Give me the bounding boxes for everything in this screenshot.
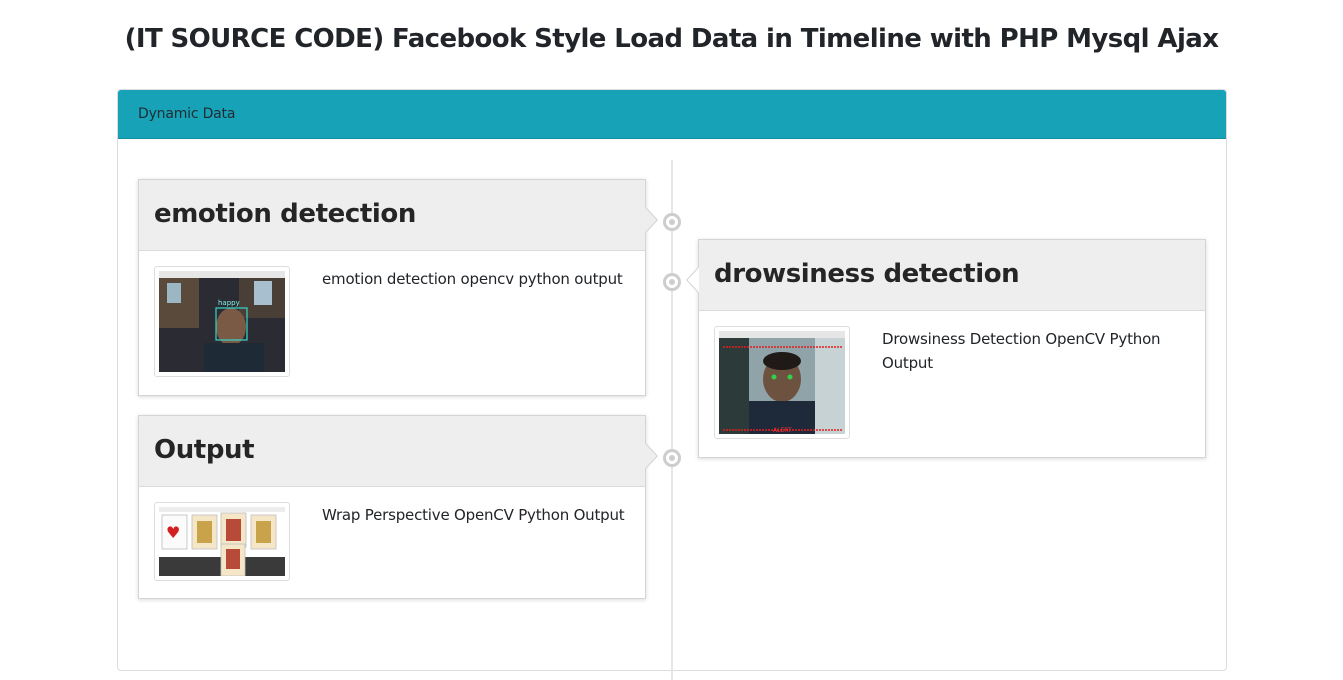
post-thumbnail[interactable]: ♥ — [154, 502, 290, 581]
timeline-post-drowsiness: drowsiness detection ALERT Drowsiness De… — [686, 239, 1206, 458]
post-title: Output — [139, 416, 645, 487]
post-thumbnail[interactable]: happy — [154, 266, 290, 377]
timeline-line — [671, 160, 673, 680]
post-title: drowsiness detection — [699, 240, 1205, 311]
timeline-post-emotion: emotion detection happy emotion detectio… — [138, 179, 658, 396]
post-title: emotion detection — [139, 180, 645, 251]
timeline-badge-2 — [663, 273, 681, 291]
timeline-panel: Dynamic Data emotion detection happy emo… — [117, 89, 1227, 680]
timeline-badge-1 — [663, 213, 681, 231]
panel-heading: Dynamic Data — [118, 90, 1226, 139]
pointer-arrow-icon — [686, 266, 699, 294]
post-text: Wrap Perspective OpenCV Python Output — [322, 506, 625, 524]
post-text: Drowsiness Detection OpenCV Python Outpu… — [882, 330, 1161, 372]
pointer-arrow-icon — [645, 442, 658, 470]
page-title: (IT SOURCE CODE) Facebook Style Load Dat… — [124, 24, 1219, 54]
thumb-caption: happy — [218, 299, 240, 307]
post-thumbnail[interactable]: ALERT — [714, 326, 850, 439]
post-text: emotion detection opencv python output — [322, 270, 623, 288]
svg-text:♥: ♥ — [166, 523, 180, 542]
timeline-post-output: Output ♥ Wrap Perspective OpenCV Python … — [138, 415, 658, 599]
pointer-arrow-icon — [645, 206, 658, 234]
thumb-caption: ALERT — [773, 427, 792, 434]
timeline-badge-3 — [663, 449, 681, 467]
